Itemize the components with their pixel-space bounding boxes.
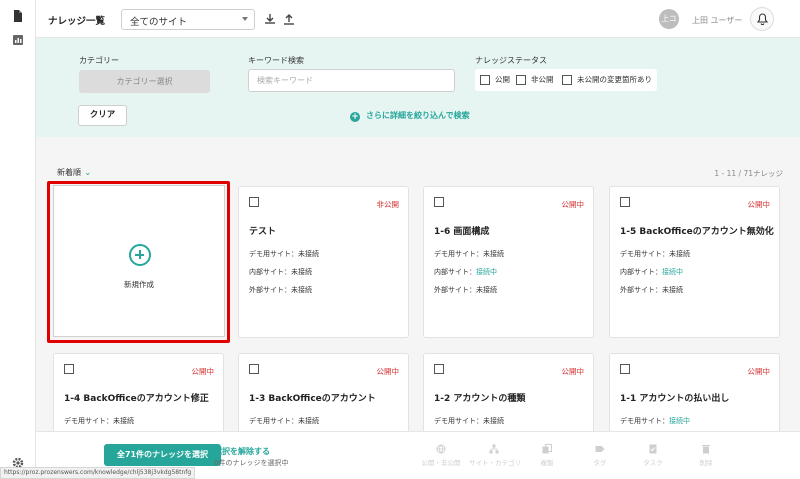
site-select-value: 全てのサイト [130,17,188,28]
card-title: 1-3 BackOfficeのアカウント [249,394,376,404]
card-row: 内部サイト：接続中 [434,268,497,276]
keyword-label: キーワード検索 [248,56,304,65]
card-checkbox[interactable] [620,364,630,374]
selected-count: 0件のナレッジを選択中 [214,459,289,467]
status-url-tooltip: https://proz.prozenswers.com/knowledge/c… [0,467,196,479]
notification-button[interactable] [750,7,774,31]
knowledge-card[interactable]: 公開中 1-2 アカウントの種類 デモ用サイト：未接続 [423,353,594,443]
card-title: 1-6 画面構成 [434,227,490,237]
action-duplicate[interactable]: 複製 [522,444,572,467]
status-option-public[interactable]: 公開 [480,74,510,85]
knowledge-card[interactable]: 公開中 1-6 画面構成 デモ用サイト：未接続 内部サイト：接続中 外部サイト：… [423,186,594,338]
card-checkbox[interactable] [249,197,259,207]
status-option-private[interactable]: 非公開 [516,74,554,85]
card-row: デモ用サイト：未接続 [249,250,319,258]
result-count: 1 - 11 / 71ナレッジ [714,169,783,178]
knowledge-list: 新着順 ⌄ 1 - 11 / 71ナレッジ 新規作成 非公開 テスト デモ用サイト… [36,137,800,443]
category-label: カテゴリー [79,56,119,65]
knowledge-card[interactable]: 非公開 テスト デモ用サイト：未接続 内部サイト：未接続 外部サイト：未接続 [238,186,409,338]
card-title: テスト [249,227,277,237]
card-row: デモ用サイト：未接続 [620,250,690,258]
card-row: 外部サイト：未接続 [434,286,497,294]
checkbox[interactable] [516,75,526,85]
knowledge-card[interactable]: 公開中 1-4 BackOfficeのアカウント修正 デモ用サイト：未接続 [53,353,224,443]
chevron-down-icon [242,17,248,21]
hierarchy-icon [489,444,499,454]
card-row: 外部サイト：未接続 [249,286,312,294]
status-badge: 公開中 [561,200,585,209]
download-icon[interactable] [263,12,277,26]
plus-circle-icon [129,244,151,266]
card-row: デモ用サイト：未接続 [434,417,504,425]
category-select-button[interactable]: カテゴリー選択 [79,70,210,93]
chevron-down-icon: ⌄ [84,168,92,178]
chart-icon[interactable] [12,34,24,46]
card-row: デモ用サイト：未接続 [434,250,504,258]
knowledge-card[interactable]: 公開中 1-5 BackOfficeのアカウント無効化 デモ用サイト：未接続 内… [609,186,780,338]
action-task[interactable]: タスク [628,444,678,467]
upload-icon[interactable] [282,12,296,26]
document-icon[interactable] [12,10,24,22]
status-label: ナレッジステータス [475,56,547,65]
checkbox[interactable] [562,75,572,85]
trash-icon [702,445,710,454]
advanced-search-link[interactable]: + さらに詳細を絞り込んで検索 [350,110,470,122]
card-checkbox[interactable] [249,364,259,374]
new-knowledge-card[interactable]: 新規作成 [53,185,225,337]
action-delete[interactable]: 削除 [681,444,731,467]
select-all-button[interactable]: 全71件のナレッジを選択 [104,444,221,466]
action-publish[interactable]: 公開・非公開 [416,444,466,467]
card-title: 1-4 BackOfficeのアカウント修正 [64,394,209,404]
card-checkbox[interactable] [434,364,444,374]
status-badge: 公開中 [376,367,400,376]
status-badge: 公開中 [747,200,771,209]
filter-panel: カテゴリー カテゴリー選択 キーワード検索 ナレッジステータス 公開 非公開 未… [36,38,800,137]
card-row: 外部サイト：未接続 [620,286,683,294]
card-row: 内部サイト：接続中 [620,268,683,276]
knowledge-card[interactable]: 公開中 1-3 BackOfficeのアカウント デモ用サイト：未接続 [238,353,409,443]
status-badge: 公開中 [747,367,771,376]
status-badge: 公開中 [561,367,585,376]
status-badge: 非公開 [376,200,400,209]
checkbox[interactable] [480,75,490,85]
tag-icon [595,446,605,452]
copy-icon [542,444,552,454]
clear-button[interactable]: クリア [78,105,127,126]
top-bar: ナレッジ一覧 全てのサイト 上コ 上田 ユーザー [36,0,800,38]
status-filter: 公開 非公開 未公開の変更箇所あり [475,69,657,91]
page-title: ナレッジ一覧 [48,16,106,27]
deselect-link[interactable]: 選択を解除する [214,446,270,457]
card-checkbox[interactable] [620,197,630,207]
card-title: 1-5 BackOfficeのアカウント無効化 [620,227,774,237]
sort-dropdown[interactable]: 新着順 ⌄ [57,167,92,178]
bell-icon [757,13,768,25]
site-select[interactable]: 全てのサイト [121,9,255,30]
card-row: デモ用サイト：未接続 [64,417,134,425]
keyword-search-input[interactable] [248,69,455,92]
status-badge: 公開中 [191,367,215,376]
card-row: デモ用サイト：未接続 [249,417,319,425]
side-rail [0,0,36,479]
task-icon [649,444,657,454]
card-checkbox[interactable] [434,197,444,207]
action-tag[interactable]: タグ [575,444,625,467]
plus-circle-icon: + [350,112,360,122]
username[interactable]: 上田 ユーザー [692,15,742,26]
avatar[interactable]: 上コ [659,9,679,29]
new-knowledge-label: 新規作成 [124,280,154,289]
card-title: 1-1 アカウントの払い出し [620,394,730,404]
card-row: 内部サイト：未接続 [249,268,312,276]
globe-icon [436,444,446,454]
card-row: デモ用サイト：接続中 [620,417,690,425]
card-checkbox[interactable] [64,364,74,374]
status-option-unpublished-changes[interactable]: 未公開の変更箇所あり [562,74,652,85]
knowledge-card[interactable]: 公開中 1-1 アカウントの払い出し デモ用サイト：接続中 [609,353,780,443]
action-site-category[interactable]: サイト・カテゴリ [469,444,521,467]
card-title: 1-2 アカウントの種類 [434,394,526,404]
